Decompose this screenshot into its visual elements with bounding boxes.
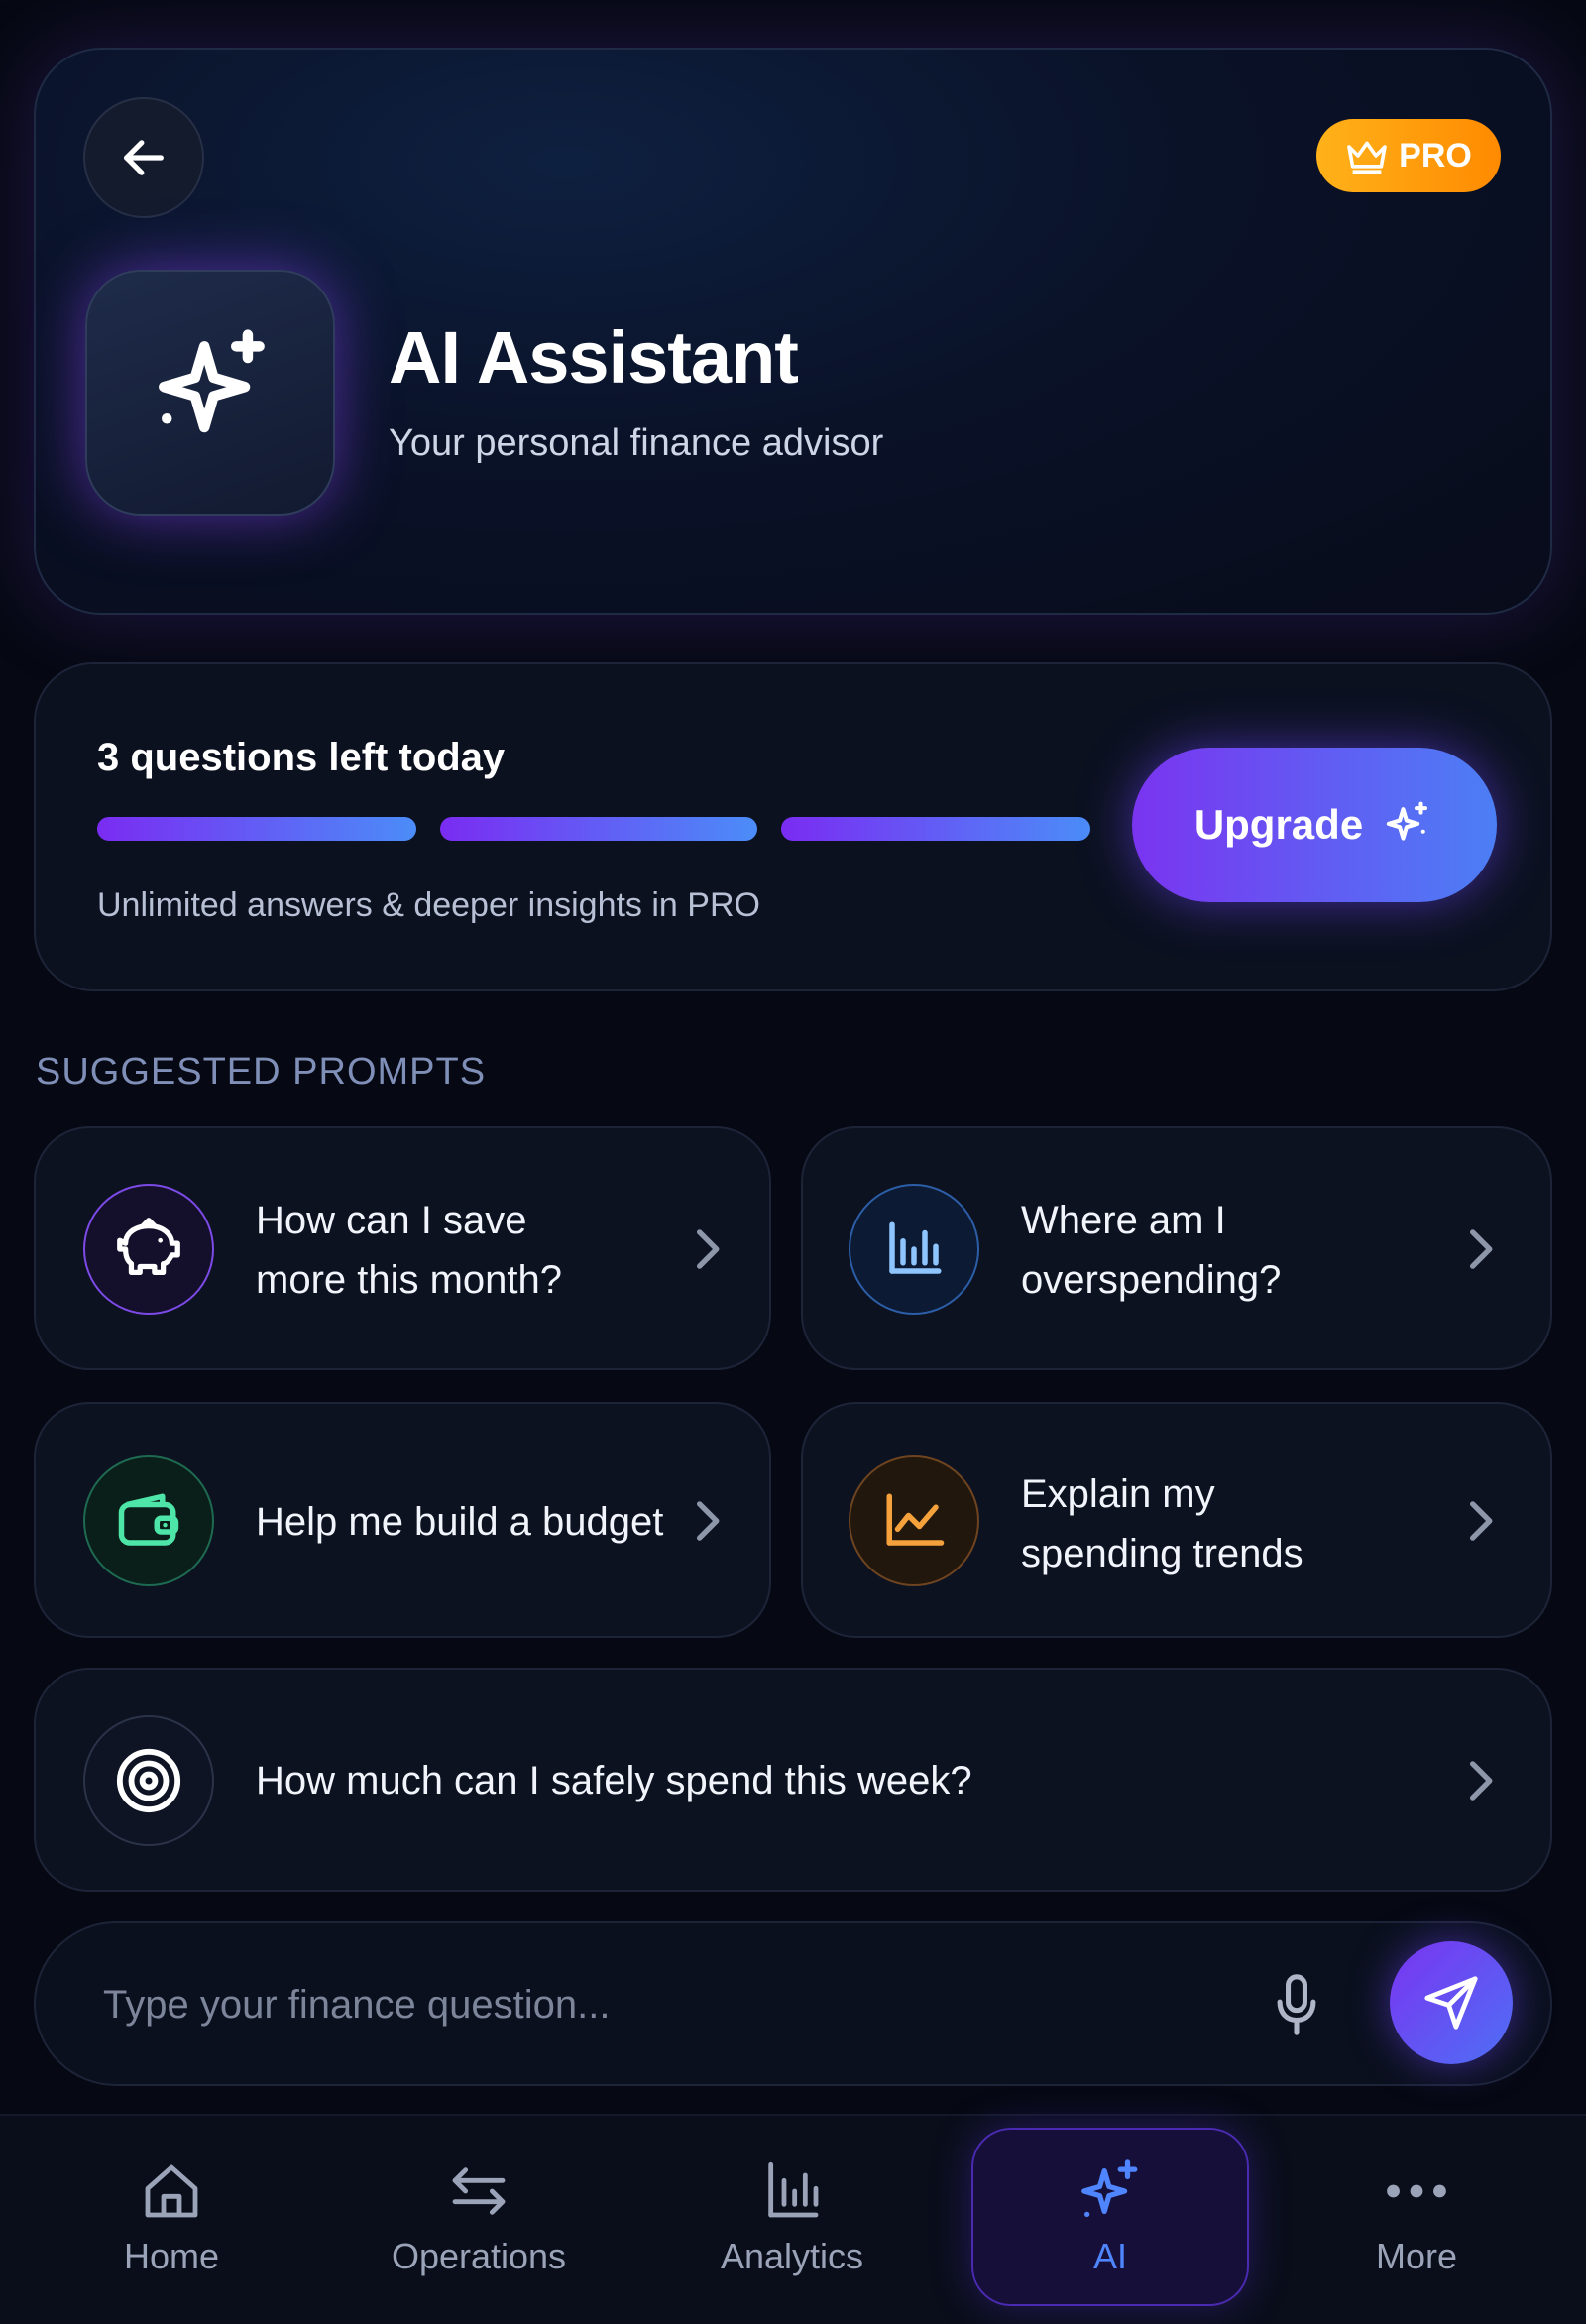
prompt-text: Help me build a budget [256, 1500, 664, 1544]
upgrade-button-label: Upgrade [1193, 801, 1364, 848]
microphone-icon [1277, 1974, 1316, 2035]
page-title: AI Assistant [389, 316, 799, 399]
bar-chart-icon [757, 2156, 827, 2226]
chevron-right-icon [1469, 1501, 1493, 1541]
prompt-text: Explain my spending trends [1021, 1472, 1303, 1575]
prompt-card-overspending[interactable]: Where am I overspending? [801, 1126, 1552, 1370]
section-label-suggested: SUGGESTED PROMPTS [36, 1051, 487, 1093]
nav-label: Operations [391, 2236, 567, 2276]
trend-chart-icon [849, 1455, 979, 1586]
pro-badge[interactable]: PRO [1316, 119, 1501, 192]
prompt-card-save[interactable]: How can I save more this month? [34, 1126, 771, 1370]
nav-label: Home [123, 2236, 220, 2276]
prompt-text: How much can I safely spend this week? [256, 1759, 972, 1802]
nav-label: AI [1092, 2236, 1127, 2276]
question-input[interactable] [103, 1973, 1193, 2036]
quota-bar-segment [440, 817, 757, 841]
wallet-icon [83, 1455, 214, 1586]
sparkles-icon [1076, 2156, 1145, 2226]
prompt-card-trends[interactable]: Explain my spending trends [801, 1402, 1552, 1638]
bar-chart-icon [849, 1184, 979, 1315]
quota-title: 3 questions left today [97, 736, 506, 779]
prompt-card-budget[interactable]: Help me build a budget [34, 1402, 771, 1638]
nav-item-ai[interactable]: AI [971, 2128, 1249, 2306]
assistant-avatar [85, 270, 335, 516]
chevron-right-icon [696, 1229, 720, 1269]
chevron-right-icon [1469, 1761, 1493, 1801]
prompt-text: How can I save more this month? [256, 1199, 563, 1302]
quota-note: Unlimited answers & deeper insights in P… [97, 886, 760, 924]
chevron-right-icon [696, 1501, 720, 1541]
send-icon [1424, 1976, 1478, 2030]
chevron-right-icon [1469, 1229, 1493, 1269]
nav-label: More [1375, 2236, 1458, 2276]
nav-item-analytics[interactable]: Analytics [682, 2128, 902, 2306]
transfer-arrows-icon [444, 2156, 513, 2226]
crown-icon [1347, 141, 1387, 174]
microphone-button[interactable] [1269, 1973, 1324, 2036]
arrow-left-icon [124, 140, 164, 175]
upgrade-button[interactable]: Upgrade [1132, 748, 1497, 902]
nav-item-operations[interactable]: Operations [369, 2128, 589, 2306]
page-subtitle: Your personal finance advisor [389, 422, 884, 464]
send-button[interactable] [1390, 1941, 1513, 2064]
more-dots-icon [1382, 2156, 1451, 2226]
target-icon [83, 1715, 214, 1846]
pro-badge-label: PRO [1399, 136, 1472, 174]
prompt-text: Where am I overspending? [1021, 1199, 1282, 1302]
nav-label: Analytics [720, 2236, 864, 2276]
quota-bar-segment [781, 817, 1090, 841]
piggy-bank-icon [83, 1184, 214, 1315]
prompt-card-safe-spend[interactable]: How much can I safely spend this week? [34, 1668, 1552, 1892]
quota-bar-segment [97, 817, 416, 841]
nav-item-more[interactable]: More [1306, 2128, 1527, 2306]
home-icon [137, 2156, 206, 2226]
sparkles-icon [1387, 801, 1428, 841]
back-button[interactable] [83, 97, 204, 218]
nav-item-home[interactable]: Home [61, 2128, 282, 2306]
sparkles-icon [159, 329, 265, 433]
